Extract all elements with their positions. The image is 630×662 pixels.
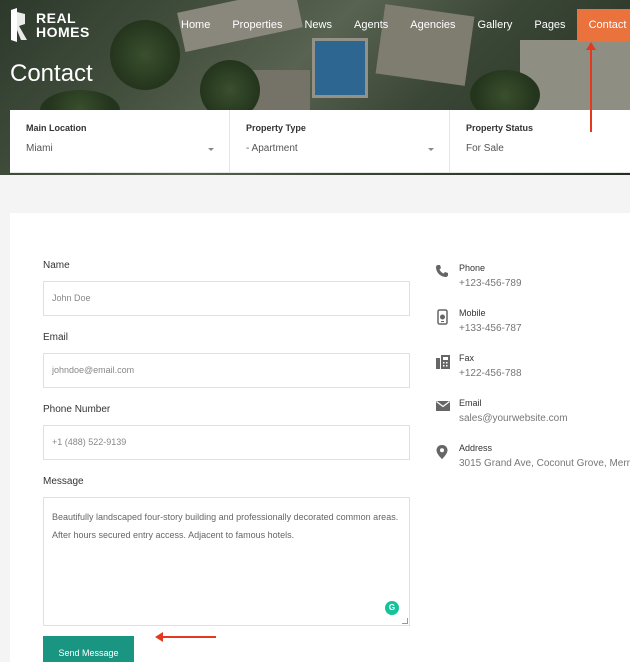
filter-value: - Apartment <box>246 143 298 154</box>
phone-input[interactable]: +1 (488) 522-9139 <box>43 425 410 460</box>
contact-info: Phone +123-456-789 Mobile +133-456-787 F… <box>435 263 630 488</box>
annotation-arrow-left <box>155 632 216 642</box>
location-pin-icon <box>435 444 451 460</box>
contact-info-label: Mobile <box>459 308 486 318</box>
name-input[interactable]: John Doe <box>43 281 410 316</box>
message-textarea[interactable]: Beautifully landscaped four-story buildi… <box>43 497 410 626</box>
contact-info-label: Phone <box>459 263 486 273</box>
contact-form: Name John Doe Email johndoe@email.com Ph… <box>43 260 410 662</box>
logo-mark-icon <box>10 8 28 42</box>
contact-info-label: Email <box>459 398 482 408</box>
chevron-down-icon <box>428 148 434 151</box>
contact-info-value[interactable]: +123-456-789 <box>459 278 522 289</box>
fax-icon <box>435 354 451 370</box>
name-label: Name <box>43 260 70 271</box>
contact-info-value: 3015 Grand Ave, Coconut Grove, Merr <box>459 458 630 469</box>
contact-info-label: Fax <box>459 353 475 363</box>
page-title: Contact <box>10 60 93 87</box>
phone-label: Phone Number <box>43 404 111 415</box>
contact-info-phone: Phone +123-456-789 <box>435 263 630 292</box>
logo-text-line2: HOMES <box>36 24 90 40</box>
nav-gallery[interactable]: Gallery <box>467 9 524 42</box>
filter-property-status[interactable]: Property Status For Sale <box>450 110 630 172</box>
contact-info-value[interactable]: +122-456-788 <box>459 368 522 379</box>
annotation-arrow-up <box>586 42 596 132</box>
contact-info-email: Email sales@yourwebsite.com <box>435 398 630 427</box>
message-text: Beautifully landscaped four-story buildi… <box>52 512 399 540</box>
phone-icon <box>435 264 451 280</box>
filter-value: Miami <box>26 143 53 154</box>
nav-contact[interactable]: Contact <box>576 9 630 42</box>
resize-handle-icon[interactable] <box>402 618 408 624</box>
logo[interactable]: REAL HOMES <box>10 8 90 42</box>
filter-main-location[interactable]: Main Location Miami <box>10 110 230 172</box>
contact-info-value[interactable]: +133-456-787 <box>459 323 522 334</box>
logo-text-line1: REAL <box>36 10 77 26</box>
filter-value: For Sale <box>466 143 504 154</box>
contact-info-address: Address 3015 Grand Ave, Coconut Grove, M… <box>435 443 630 472</box>
mobile-icon <box>435 309 451 325</box>
contact-card: Name John Doe Email johndoe@email.com Ph… <box>10 213 630 662</box>
grammarly-icon[interactable]: G <box>385 601 399 615</box>
email-icon <box>435 399 451 415</box>
chevron-down-icon <box>208 148 214 151</box>
nav-home[interactable]: Home <box>170 9 221 42</box>
contact-info-mobile: Mobile +133-456-787 <box>435 308 630 337</box>
filter-label: Property Type <box>246 123 306 133</box>
send-message-button[interactable]: Send Message <box>43 636 134 662</box>
email-label: Email <box>43 332 69 343</box>
property-search-bar: Main Location Miami Property Type - Apar… <box>10 110 630 173</box>
main-nav: Home Properties News Agents Agencies Gal… <box>170 9 630 42</box>
nav-agents[interactable]: Agents <box>343 9 399 42</box>
email-input[interactable]: johndoe@email.com <box>43 353 410 388</box>
contact-info-fax: Fax +122-456-788 <box>435 353 630 382</box>
nav-pages[interactable]: Pages <box>523 9 576 42</box>
nav-properties[interactable]: Properties <box>221 9 293 42</box>
filter-property-type[interactable]: Property Type - Apartment <box>230 110 450 172</box>
contact-info-label: Address <box>459 443 493 453</box>
nav-news[interactable]: News <box>293 9 343 42</box>
nav-agencies[interactable]: Agencies <box>399 9 466 42</box>
message-label: Message <box>43 476 84 487</box>
contact-info-value[interactable]: sales@yourwebsite.com <box>459 413 568 424</box>
filter-label: Main Location <box>26 123 87 133</box>
